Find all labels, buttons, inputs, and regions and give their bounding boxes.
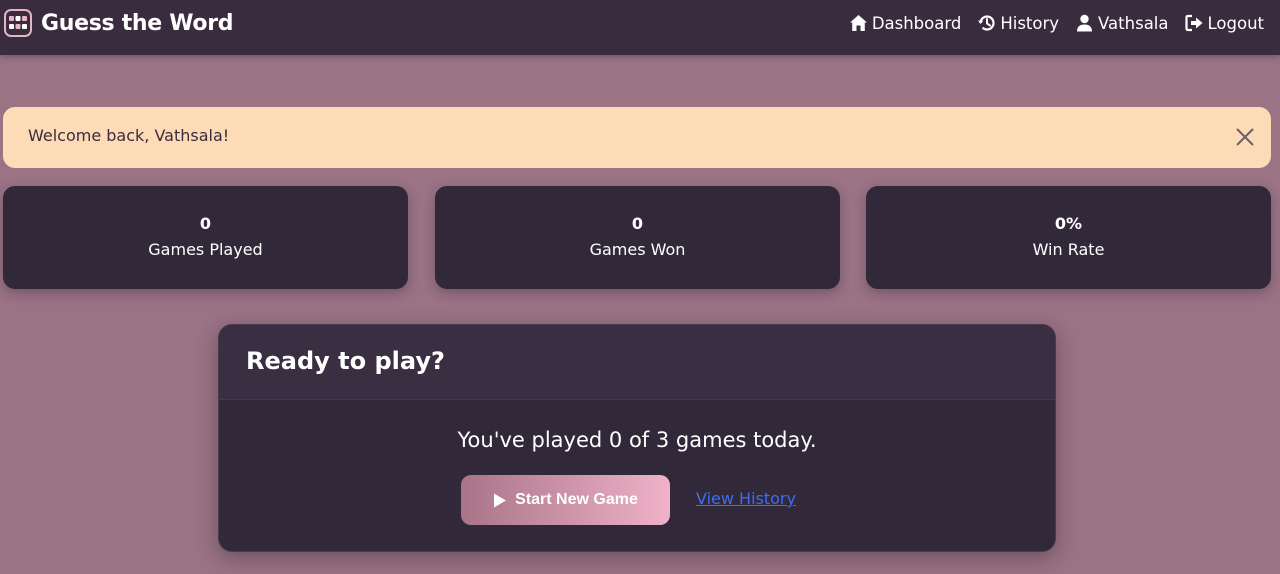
brand-name: Guess the Word — [41, 10, 234, 36]
navbar: Guess the Word Dashboard History Vathsal… — [0, 0, 1280, 55]
tile-grid-icon — [4, 9, 32, 37]
start-new-game-button[interactable]: Start New Game — [461, 475, 670, 525]
stat-card-games-won: 0 Games Won — [435, 186, 840, 289]
brand-link[interactable]: Guess the Word — [4, 9, 234, 37]
stat-label: Win Rate — [1032, 240, 1105, 259]
logout-icon — [1184, 14, 1204, 32]
history-icon — [977, 14, 996, 32]
stat-label: Games Played — [148, 240, 263, 259]
summary-mid: of — [622, 428, 656, 452]
nav-link-label: Dashboard — [871, 13, 962, 33]
games-today-summary: You've played 0 of 3 games today. — [219, 428, 1055, 452]
nav-links: Dashboard History Vathsala Logout — [849, 12, 1264, 34]
stat-value: 0 — [199, 214, 212, 233]
stat-label: Games Won — [589, 240, 686, 259]
stat-value: 0% — [1054, 214, 1083, 233]
play-card: Ready to play? You've played 0 of 3 game… — [218, 324, 1056, 552]
play-card-header: Ready to play? — [219, 325, 1055, 400]
welcome-alert: Welcome back, Vathsala! — [3, 107, 1271, 168]
stat-card-win-rate: 0% Win Rate — [866, 186, 1271, 289]
home-icon — [849, 14, 868, 32]
play-card-title: Ready to play? — [246, 347, 445, 375]
stat-value: 0 — [631, 214, 644, 233]
nav-link-user[interactable]: Vathsala — [1075, 13, 1169, 33]
stat-card-games-played: 0 Games Played — [3, 186, 408, 289]
start-button-label: Start New Game — [515, 491, 638, 508]
summary-prefix: You've played — [457, 428, 609, 452]
user-icon — [1075, 14, 1094, 32]
summary-suffix: games today. — [669, 428, 817, 452]
alert-message: Welcome back, Vathsala! — [28, 126, 230, 145]
play-icon — [493, 493, 507, 508]
nav-link-logout[interactable]: Logout — [1184, 13, 1265, 33]
nav-link-label: History — [1000, 13, 1060, 33]
nav-link-label: Vathsala — [1098, 13, 1169, 33]
daily-limit: 3 — [655, 428, 670, 452]
played-count: 0 — [608, 428, 623, 452]
nav-link-history[interactable]: History — [977, 14, 1059, 33]
view-history-link[interactable]: View History — [696, 489, 796, 508]
nav-link-dashboard[interactable]: Dashboard — [849, 13, 962, 33]
nav-link-label: Logout — [1207, 13, 1265, 33]
close-icon[interactable] — [1235, 127, 1255, 147]
